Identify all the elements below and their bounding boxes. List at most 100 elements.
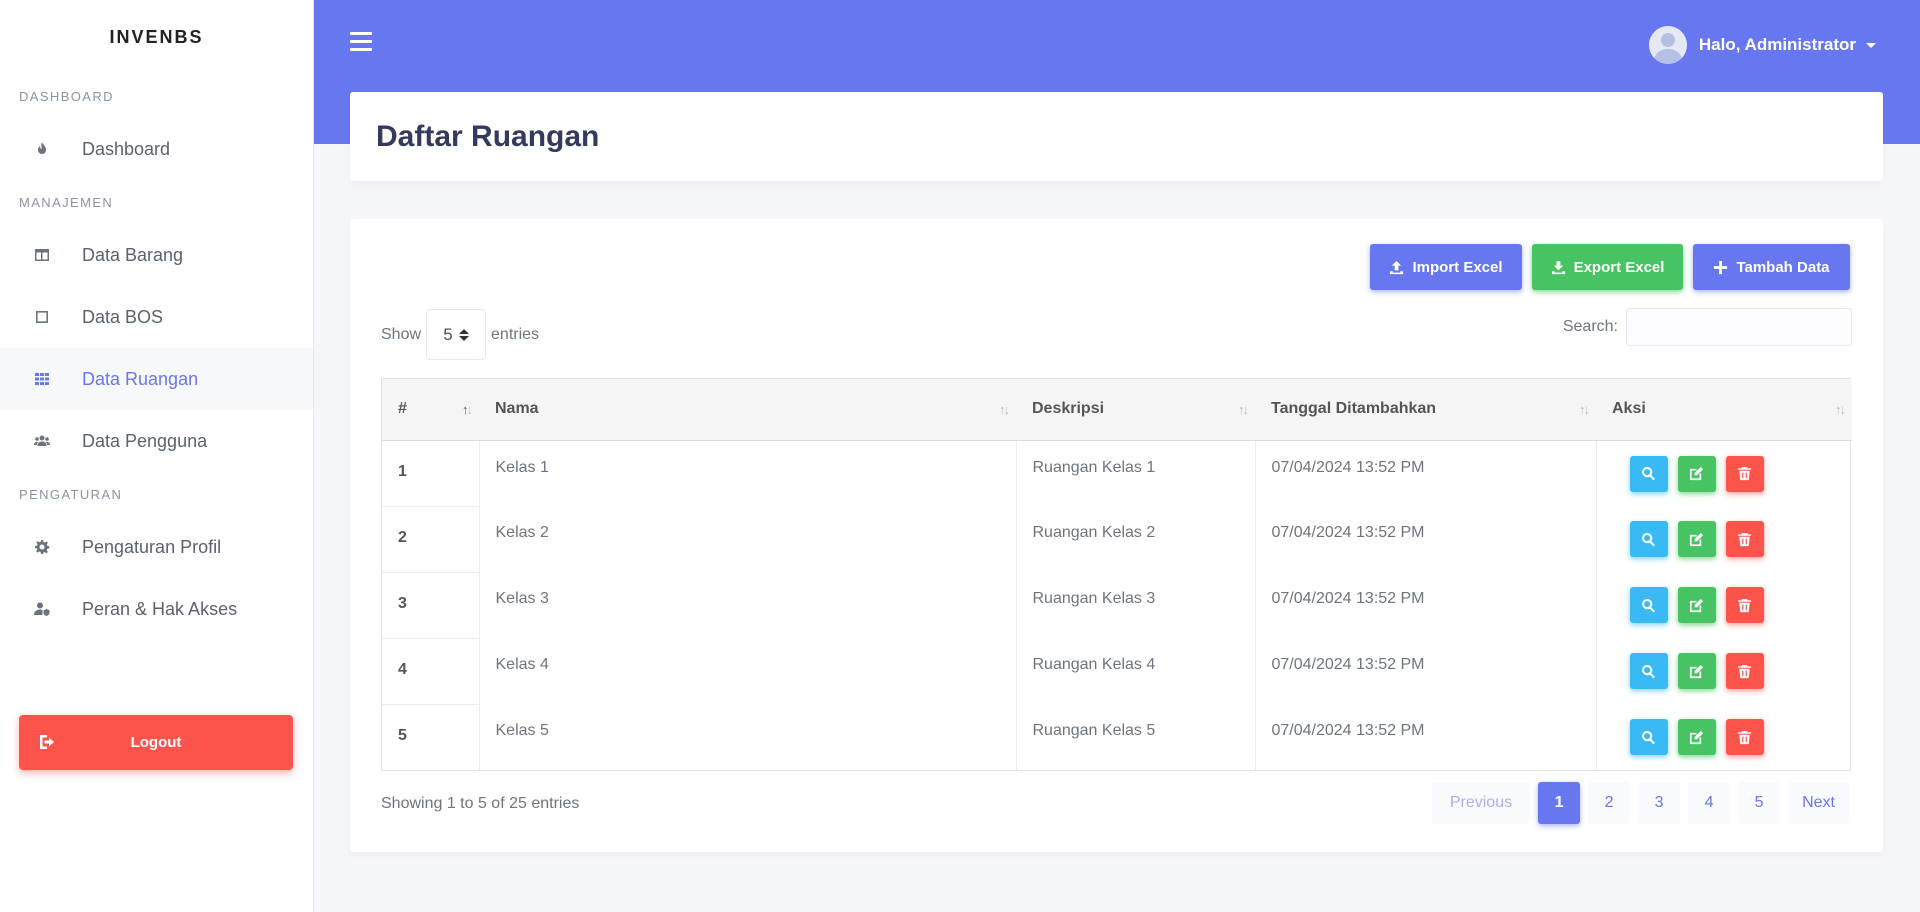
cell-deskripsi: Ruangan Kelas 1	[1016, 440, 1256, 506]
sidebar-item-data-ruangan[interactable]: Data Ruangan	[0, 348, 313, 410]
logout-button[interactable]: Logout	[19, 715, 293, 770]
trash-icon	[1737, 664, 1752, 679]
column-header-deskripsi[interactable]: Deskripsi ↑↓	[1016, 379, 1255, 441]
import-excel-button[interactable]: Import Excel	[1370, 244, 1522, 290]
brand-logo[interactable]: INVENBS	[0, 0, 313, 74]
delete-button[interactable]	[1725, 587, 1764, 623]
sort-asc-icon: ↑↓	[462, 402, 473, 417]
edit-button[interactable]	[1677, 521, 1716, 557]
view-button[interactable]	[1629, 455, 1668, 492]
sign-out-icon	[39, 733, 59, 753]
sidebar-item-label: Data Pengguna	[82, 430, 208, 451]
search-icon	[1641, 730, 1656, 745]
hamburger-menu-icon[interactable]	[350, 32, 372, 54]
edit-button[interactable]	[1677, 455, 1716, 492]
pagination-page-5[interactable]: 5	[1738, 782, 1781, 824]
delete-button[interactable]	[1725, 653, 1764, 689]
page-title-card: Daftar Ruangan	[350, 92, 1883, 181]
download-icon	[1551, 260, 1565, 274]
sidebar-item-data-bos[interactable]: Data BOS	[0, 286, 313, 348]
sidebar-item-dashboard[interactable]: Dashboard	[0, 118, 313, 180]
entries-select[interactable]: 5	[426, 309, 487, 360]
cell-aksi	[1596, 440, 1852, 506]
sort-icon: ↑↓	[999, 402, 1010, 417]
view-button[interactable]	[1629, 653, 1668, 689]
sidebar: INVENBS DASHBOARD Dashboard MANAJEMEN Da…	[0, 0, 314, 912]
pagination-page-1[interactable]: 1	[1538, 782, 1581, 824]
menu-header-dashboard: DASHBOARD	[19, 88, 114, 104]
select-arrows-icon	[458, 328, 469, 341]
cell-nama: Kelas 3	[479, 572, 1017, 638]
cell-tanggal: 07/04/2024 13:52 PM	[1255, 704, 1597, 770]
user-dropdown[interactable]: Halo, Administrator	[1648, 26, 1876, 64]
pagination-page-4[interactable]: 4	[1688, 782, 1731, 824]
sidebar-item-label: Data Ruangan	[82, 368, 199, 389]
cell-nama: Kelas 5	[479, 704, 1017, 770]
import-excel-label: Import Excel	[1412, 258, 1503, 276]
cell-number: 2	[382, 506, 480, 573]
chevron-down-icon	[1866, 42, 1876, 48]
search-label: Search:	[1562, 318, 1618, 335]
grid-icon	[32, 369, 52, 389]
delete-button[interactable]	[1725, 521, 1764, 557]
pagination-page-3[interactable]: 3	[1638, 782, 1681, 824]
export-excel-button[interactable]: Export Excel	[1532, 244, 1683, 290]
view-button[interactable]	[1629, 719, 1668, 755]
edit-icon	[1689, 664, 1704, 679]
tambah-data-label: Tambah Data	[1736, 258, 1830, 276]
sidebar-item-data-barang[interactable]: Data Barang	[0, 224, 313, 286]
show-entries-control: Show 5 entries	[381, 309, 539, 360]
sidebar-item-label: Data Barang	[82, 244, 184, 265]
gear-icon	[32, 537, 52, 557]
sidebar-item-peran-hak-akses[interactable]: Peran & Hak Akses	[0, 578, 313, 640]
pagination-next[interactable]: Next	[1788, 782, 1849, 824]
search-control: Search:	[1563, 308, 1852, 346]
search-icon	[1641, 598, 1656, 613]
sidebar-item-label: Dashboard	[82, 138, 171, 159]
table-row: 1 Kelas 1 Ruangan Kelas 1 07/04/2024 13:52 …	[382, 440, 1852, 507]
cell-deskripsi: Ruangan Kelas 2	[1016, 506, 1256, 572]
pagination: Previous 1 2 3 4 5 Next	[1424, 782, 1849, 824]
search-icon	[1641, 466, 1656, 481]
view-button[interactable]	[1629, 521, 1668, 557]
column-header-tanggal[interactable]: Tanggal Ditambahkan ↑↓	[1255, 379, 1596, 441]
pagination-previous[interactable]: Previous	[1431, 782, 1531, 824]
edit-icon	[1689, 532, 1704, 547]
edit-button[interactable]	[1677, 719, 1716, 755]
sidebar-item-label: Peran & Hak Akses	[82, 598, 238, 619]
trash-icon	[1737, 730, 1752, 745]
sidebar-item-label: Data BOS	[82, 306, 164, 327]
column-header-aksi[interactable]: Aksi ↑↓	[1596, 379, 1852, 441]
edit-button[interactable]	[1677, 653, 1716, 689]
cell-tanggal: 07/04/2024 13:52 PM	[1255, 506, 1597, 572]
edit-icon	[1689, 730, 1704, 745]
cell-aksi	[1596, 638, 1852, 704]
cell-deskripsi: Ruangan Kelas 3	[1016, 572, 1256, 638]
delete-button[interactable]	[1725, 455, 1764, 492]
entries-value: 5	[443, 324, 453, 344]
entries-label: entries	[491, 325, 540, 343]
plus-icon	[1714, 260, 1728, 274]
edit-icon	[1689, 466, 1704, 481]
cell-deskripsi: Ruangan Kelas 5	[1016, 704, 1256, 770]
show-label: Show	[381, 325, 422, 343]
edit-button[interactable]	[1677, 587, 1716, 623]
sidebar-item-data-pengguna[interactable]: Data Pengguna	[0, 410, 313, 472]
avatar	[1648, 26, 1687, 64]
rooms-table: # ↑↓ Nama ↑↓ Deskripsi ↑↓ Tanggal Ditambahk…	[381, 378, 1852, 771]
export-excel-label: Export Excel	[1573, 258, 1665, 276]
menu-header-manajemen: MANAJEMEN	[19, 194, 114, 210]
delete-button[interactable]	[1725, 719, 1764, 755]
view-button[interactable]	[1629, 587, 1668, 623]
cell-nama: Kelas 4	[479, 638, 1017, 704]
sidebar-item-pengaturan-profil[interactable]: Pengaturan Profil	[0, 516, 313, 578]
column-header-nama[interactable]: Nama ↑↓	[479, 379, 1016, 441]
pagination-page-2[interactable]: 2	[1588, 782, 1631, 824]
trash-icon	[1737, 598, 1752, 613]
search-input[interactable]	[1626, 308, 1852, 346]
cell-deskripsi: Ruangan Kelas 4	[1016, 638, 1256, 704]
tambah-data-button[interactable]: Tambah Data	[1693, 244, 1850, 290]
logout-label: Logout	[130, 734, 182, 751]
column-header-number[interactable]: # ↑↓	[382, 379, 479, 441]
sidebar-item-label: Pengaturan Profil	[82, 536, 222, 557]
